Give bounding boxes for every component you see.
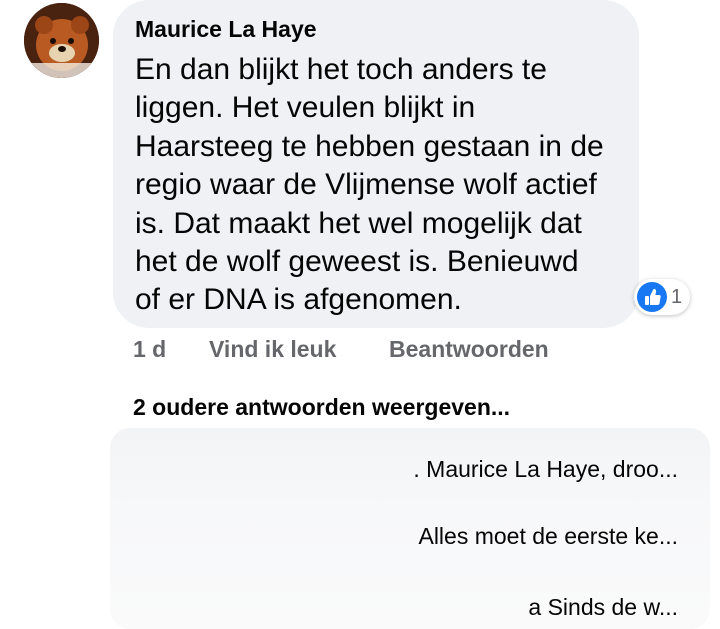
comment-line: het de wolf geweest is. Benieuwd <box>135 245 579 279</box>
comment-line: Haarsteeg te hebben gestaan in de <box>135 129 604 163</box>
reaction-badge[interactable]: 1 <box>634 279 690 315</box>
view-more-replies-link[interactable]: 2 oudere antwoorden weergeven... <box>133 394 510 421</box>
thumbs-up-icon <box>637 282 667 312</box>
comment-time[interactable]: 1 d <box>133 336 166 363</box>
like-button[interactable]: Vind ik leuk <box>209 336 336 363</box>
reaction-count: 1 <box>671 286 683 308</box>
comment-line: of er DNA is afgenomen. <box>135 283 462 317</box>
comment-line: liggen. Het veulen blijkt in <box>135 91 476 125</box>
avatar-icon <box>24 3 99 78</box>
comment-text: En dan blijkt het toch anders te liggen.… <box>135 51 615 320</box>
comment-author[interactable]: Maurice La Haye <box>135 16 317 43</box>
comment-line: regio waar de Vlijmense wolf actief <box>135 168 597 202</box>
reply-preview[interactable]: a Sinds de w... <box>528 594 678 621</box>
comment-line: En dan blijkt het toch anders te <box>135 53 547 86</box>
reply-button[interactable]: Beantwoorden <box>389 336 549 363</box>
reply-preview[interactable]: . Maurice La Haye, droo... <box>413 456 678 483</box>
avatar[interactable] <box>24 3 99 78</box>
reply-preview[interactable]: Alles moet de eerste ke... <box>418 523 678 550</box>
comment-line: is. Dat maakt het wel mogelijk dat <box>135 206 582 240</box>
